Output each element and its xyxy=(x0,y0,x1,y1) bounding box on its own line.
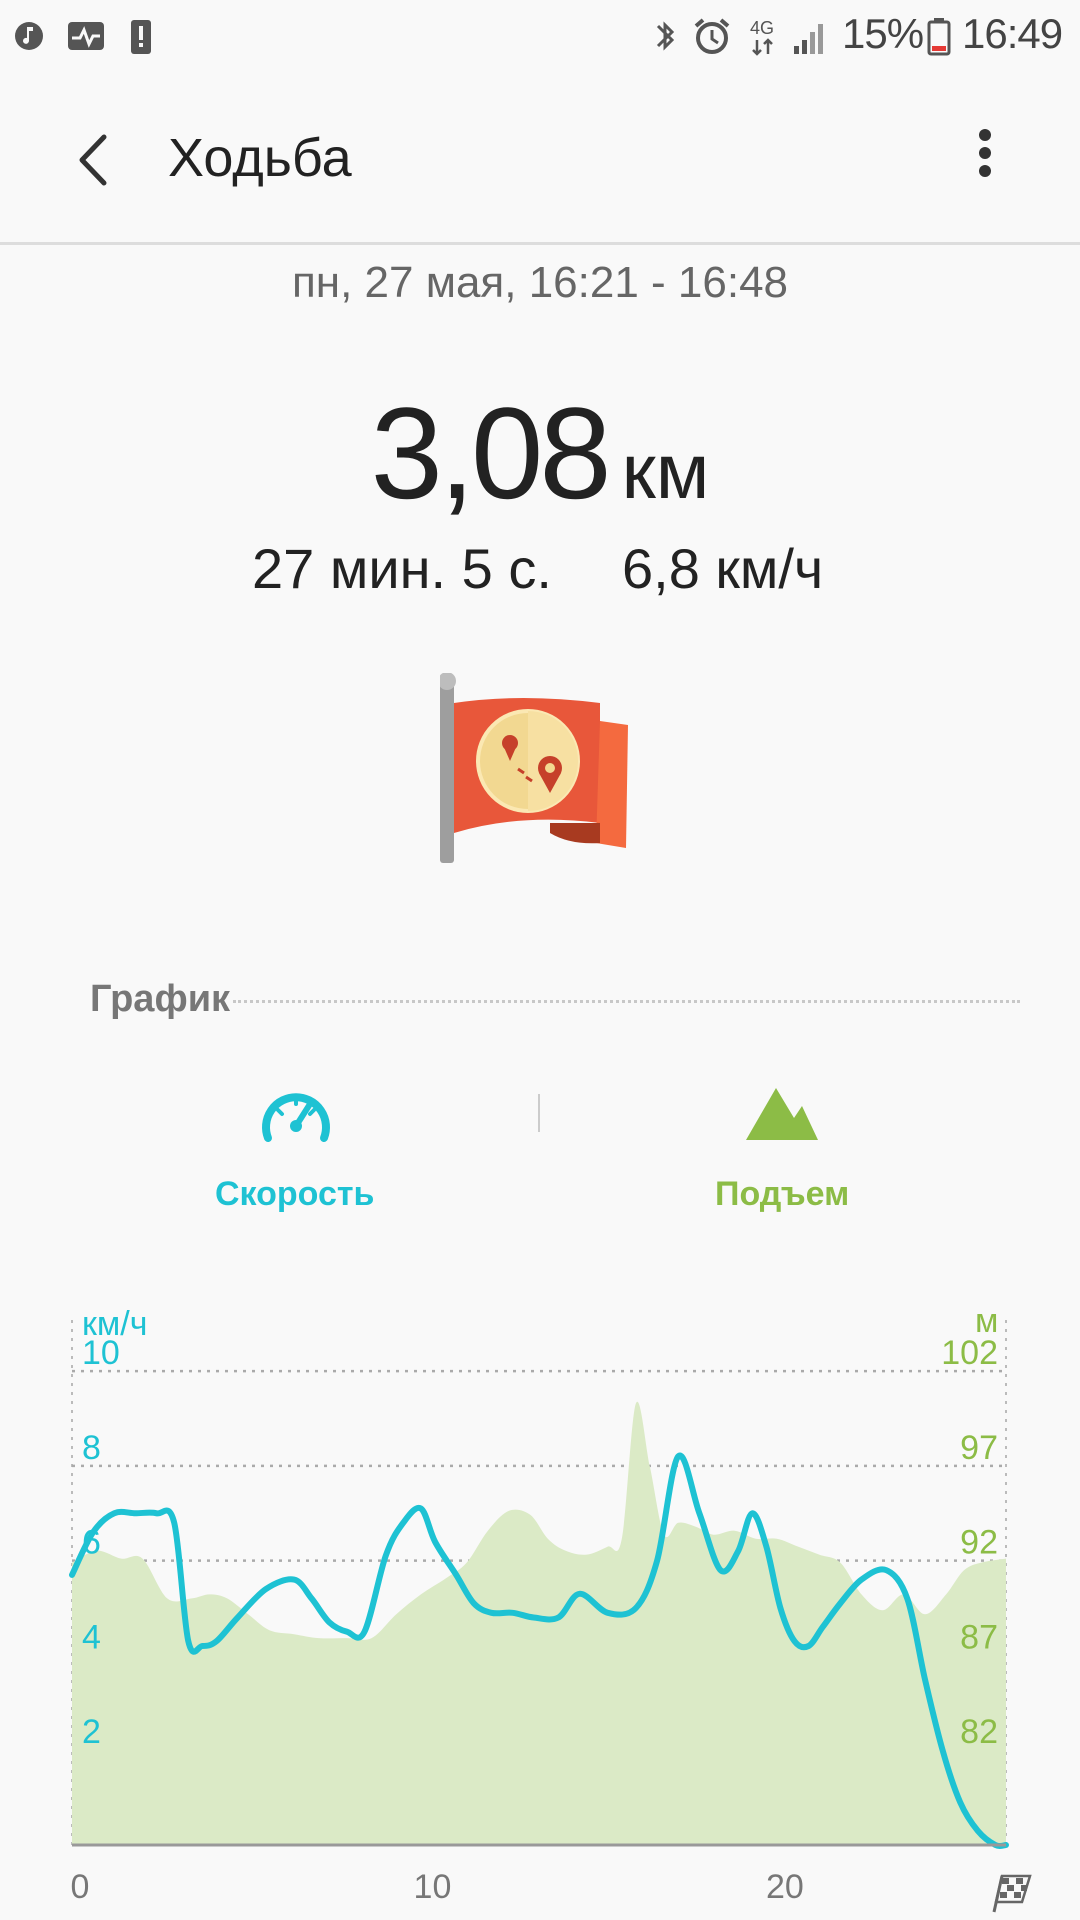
signal-icon xyxy=(794,24,823,54)
distance-unit: км xyxy=(621,427,710,515)
music-note-icon xyxy=(15,22,43,50)
metric-divider xyxy=(538,1094,540,1132)
x-tick-label: 0 xyxy=(71,1868,90,1906)
right-tick-label: 92 xyxy=(960,1524,998,1562)
elevation-area xyxy=(72,1401,1006,1845)
left-tick-label: 6 xyxy=(82,1524,101,1562)
page-title: Ходьба xyxy=(168,128,352,188)
x-tick-label: 20 xyxy=(766,1868,804,1906)
avg-speed: 6,8 км/ч xyxy=(622,537,824,600)
graph-section-title: График xyxy=(90,978,231,1020)
app-bar: Ходьба xyxy=(0,75,1080,245)
mountain-icon[interactable] xyxy=(744,1084,820,1142)
distance-value: 3,08 xyxy=(370,380,612,526)
left-tick-label: 2 xyxy=(82,1713,101,1751)
right-tick-label: 97 xyxy=(960,1429,998,1467)
speedometer-icon[interactable] xyxy=(258,1082,334,1146)
battery-percent: 15% xyxy=(842,10,924,57)
alert-icon xyxy=(131,20,151,54)
alarm-icon xyxy=(694,18,730,54)
svg-text:4G: 4G xyxy=(750,18,774,38)
elevation-tab-label[interactable]: Подъем xyxy=(715,1175,849,1214)
right-tick-label: 87 xyxy=(960,1618,998,1656)
back-arrow-icon[interactable] xyxy=(60,125,130,195)
duration: 27 мин. 5 с. xyxy=(252,537,552,600)
distance-display: 3,08 км xyxy=(0,378,1080,528)
speed-tab-label[interactable]: Скорость xyxy=(215,1175,374,1214)
network-4g-icon: 4G xyxy=(750,18,774,56)
status-bar: 4G 15% 16:49 xyxy=(0,0,1080,75)
right-tick-label: 102 xyxy=(941,1334,998,1372)
left-tick-label: 8 xyxy=(82,1429,101,1467)
right-tick-label: 82 xyxy=(960,1713,998,1751)
route-flag-icon xyxy=(440,673,628,863)
battery-icon xyxy=(927,18,951,56)
left-tick-label: 10 xyxy=(82,1334,120,1372)
left-tick-label: 4 xyxy=(82,1618,101,1656)
more-vertical-icon[interactable] xyxy=(960,125,1010,195)
session-datetime: пн, 27 мая, 16:21 - 16:48 xyxy=(291,258,789,307)
activity-icon xyxy=(68,22,104,50)
finish-flag-icon xyxy=(992,1874,1032,1913)
x-tick-label: 10 xyxy=(414,1868,452,1906)
section-divider xyxy=(233,1000,1020,1003)
speed-elevation-chart: км/ч м 2 824 876 928 9710 1020 10 20 xyxy=(69,1302,1032,1913)
clock: 16:49 xyxy=(962,10,1063,57)
bluetooth-icon xyxy=(656,21,675,51)
